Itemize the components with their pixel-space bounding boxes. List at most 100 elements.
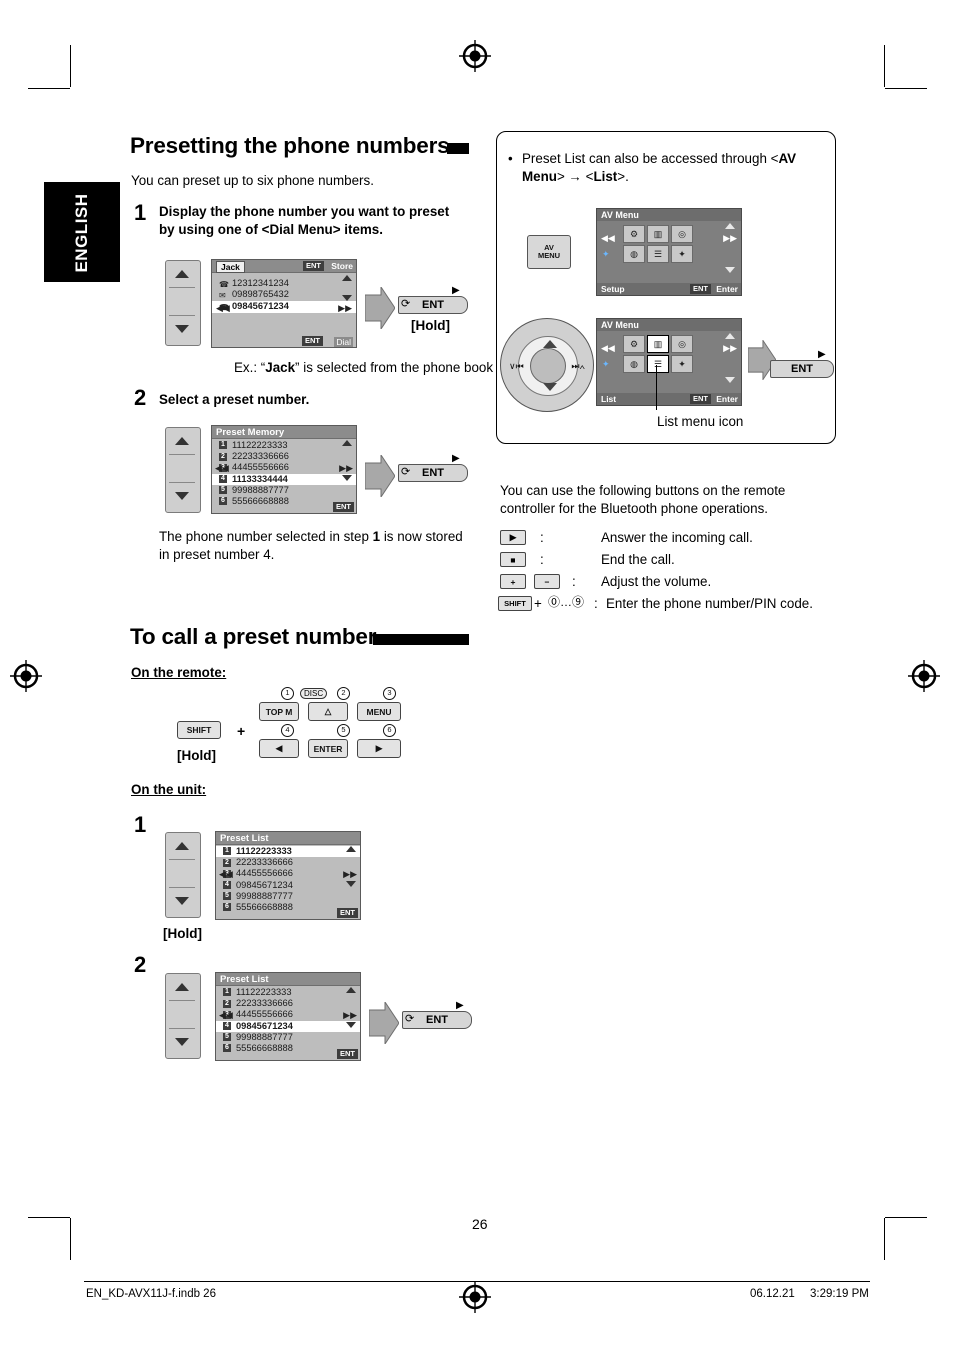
lcd-row-text: 11122223333 [232, 440, 288, 450]
remote-key-top-menu[interactable]: TOP M [259, 702, 299, 721]
op-stop-key[interactable]: ■ [500, 552, 526, 567]
lcd-row-text: 09898765432 [232, 289, 289, 300]
av-menu-screen-setup-footer: Setup ENT Enter [597, 283, 741, 295]
list-menu-icon-caption: List menu icon [657, 414, 744, 429]
op-play-key[interactable]: ▶ [500, 530, 526, 545]
preset-index: 2 [219, 452, 227, 461]
language-tab-label: ENGLISH [72, 193, 91, 273]
equalizer-icon[interactable]: ▥ [647, 335, 669, 353]
remote-key-left[interactable]: ◀ [259, 739, 299, 758]
dial-up-icon[interactable] [543, 340, 557, 348]
step2-result: The phone number selected in step 1 is n… [159, 529, 463, 562]
lcd-row-selected: 4 09845671234 [216, 1020, 360, 1032]
next-track-icon: ▶▶ [338, 303, 352, 313]
av-menu-screen-setup-title: AV Menu [597, 209, 741, 221]
picture-icon[interactable]: ◍ [623, 245, 645, 263]
remote-intro-text: You can use the following buttons on the… [500, 483, 786, 516]
remote-shift-key[interactable]: SHIFT [177, 721, 221, 739]
lcd-row: 5 99988887777 [216, 1032, 360, 1043]
equalizer-icon[interactable]: ▥ [647, 225, 669, 243]
lcd-row-text: 44455556666 [236, 1009, 293, 1020]
op-3-colon: : [572, 574, 576, 589]
flow-arrow-1 [365, 287, 395, 329]
preset-index: 6 [223, 903, 231, 912]
list-icon-selected[interactable]: ☰ [647, 355, 669, 373]
bluetooth-icon[interactable]: ✦ [671, 245, 693, 263]
ent-button-right[interactable]: ENT [770, 360, 834, 378]
scroll-up-icon [725, 333, 735, 339]
manual-page: ENGLISH Presetting the phone numbers You… [0, 0, 954, 1352]
settings-icon[interactable]: ⚙ [623, 225, 645, 243]
picture-icon[interactable]: ◍ [623, 355, 645, 373]
list-icon[interactable]: ☰ [647, 245, 669, 263]
unit-control-dial[interactable]: ∨⏮ ⏭∧ [500, 318, 594, 412]
dial-center-button[interactable] [530, 348, 566, 384]
bluetooth-icon[interactable]: ✦ [671, 355, 693, 373]
mobile-icon: ✉ [219, 291, 226, 301]
av-menu-list-enter: Enter [716, 394, 738, 404]
hold-label-remote: [Hold] [177, 748, 216, 763]
lcd-row: 1 11122223333 [212, 440, 356, 451]
scroll-down-icon [346, 1022, 356, 1028]
ent-button-hold-icon: ⟳ [401, 466, 411, 478]
bluetooth-status-icon: ✦ [602, 359, 610, 369]
prev-track-icon: ◀◀ [215, 463, 229, 473]
crop-mark-tr-v [884, 45, 885, 87]
mode-icon[interactable]: ◎ [671, 225, 693, 243]
op-4-desc: Enter the phone number/PIN code. [606, 596, 813, 611]
dial-next-icon[interactable]: ⏭∧ [571, 361, 585, 372]
footer-left: EN_KD-AVX11J-f.indb 26 [86, 1288, 216, 1300]
prev-track-icon: ◀◀ [219, 1010, 233, 1020]
remote-key-right-label: ▶ [375, 743, 383, 753]
lcd-row-selected: ☎ 09845671234 [212, 301, 356, 313]
key-index-1: 1 [281, 687, 294, 700]
scroll-up-icon [346, 987, 356, 993]
lcd-row-text: 09845671234 [236, 879, 293, 890]
section-title-call-preset: To call a preset number [130, 624, 377, 649]
lcd-preset-list-2-title: Preset List [216, 973, 360, 986]
remote-key-disc-up[interactable]: △ [308, 702, 348, 721]
crop-mark-tl-h [28, 88, 70, 89]
lcd-row-text: 99988887777 [236, 890, 293, 901]
dial-prev-icon[interactable]: ∨⏮ [509, 361, 524, 372]
op-volume-up-key[interactable]: + [500, 574, 526, 589]
ent-button-hold-icon: ⟳ [401, 298, 411, 310]
disc-label: DISC [300, 688, 328, 699]
mode-icon[interactable]: ◎ [671, 335, 693, 353]
preset-index: 6 [219, 497, 227, 506]
lcd-preset-list-2: Preset List 1 11122223333 2 22233336666 34… [215, 972, 361, 1061]
lcd-row: 2 22233336666 [216, 857, 360, 868]
op-3-desc: Adjust the volume. [601, 574, 712, 589]
section-title-bar-2 [373, 634, 469, 645]
section-title-bar-1 [447, 143, 469, 154]
av-menu-button[interactable]: AV MENU [527, 235, 571, 269]
av-menu-screen-list-footer: List ENT Enter [597, 393, 741, 405]
lcd-row-text: 12312341234 [232, 278, 289, 288]
lcd-preset-list-1-title: Preset List [216, 832, 360, 845]
remote-key-enter[interactable]: ENTER [308, 739, 348, 758]
lcd-row: 2 22233336666 [216, 998, 360, 1009]
registration-mark-right [908, 660, 940, 692]
footer-date: 06.12.21 [750, 1288, 795, 1300]
ent-button-step2-label: ENT [422, 467, 444, 479]
op-2-colon: : [540, 552, 544, 567]
page-number: 26 [472, 1216, 488, 1232]
language-tab: ENGLISH [44, 182, 120, 282]
lcd-preset-list-2-body: 1 11122223333 2 22233336666 3 44455556666 4… [216, 986, 360, 1060]
op-shift-key[interactable]: SHIFT [498, 596, 532, 611]
settings-icon[interactable]: ⚙ [623, 335, 645, 353]
dial-down-icon[interactable] [543, 383, 557, 391]
lcd-row-text: 22233336666 [236, 857, 293, 868]
lcd-dial-ent: ENT [302, 336, 323, 346]
ent-button-arrow-icon: ▶ [456, 1000, 464, 1011]
note-bullet: • [508, 151, 513, 166]
ent-button-arrow-icon: ▶ [818, 349, 826, 360]
flow-arrow-2 [365, 455, 395, 497]
crop-mark-br-v [884, 1218, 885, 1260]
op-volume-down-key[interactable]: − [534, 574, 560, 589]
preset-index: 4 [223, 880, 231, 889]
step-2-number: 2 [134, 385, 147, 410]
next-track-icon: ▶▶ [343, 1010, 357, 1020]
remote-key-right[interactable]: ▶ [357, 739, 401, 758]
remote-key-menu[interactable]: MENU [357, 702, 401, 721]
